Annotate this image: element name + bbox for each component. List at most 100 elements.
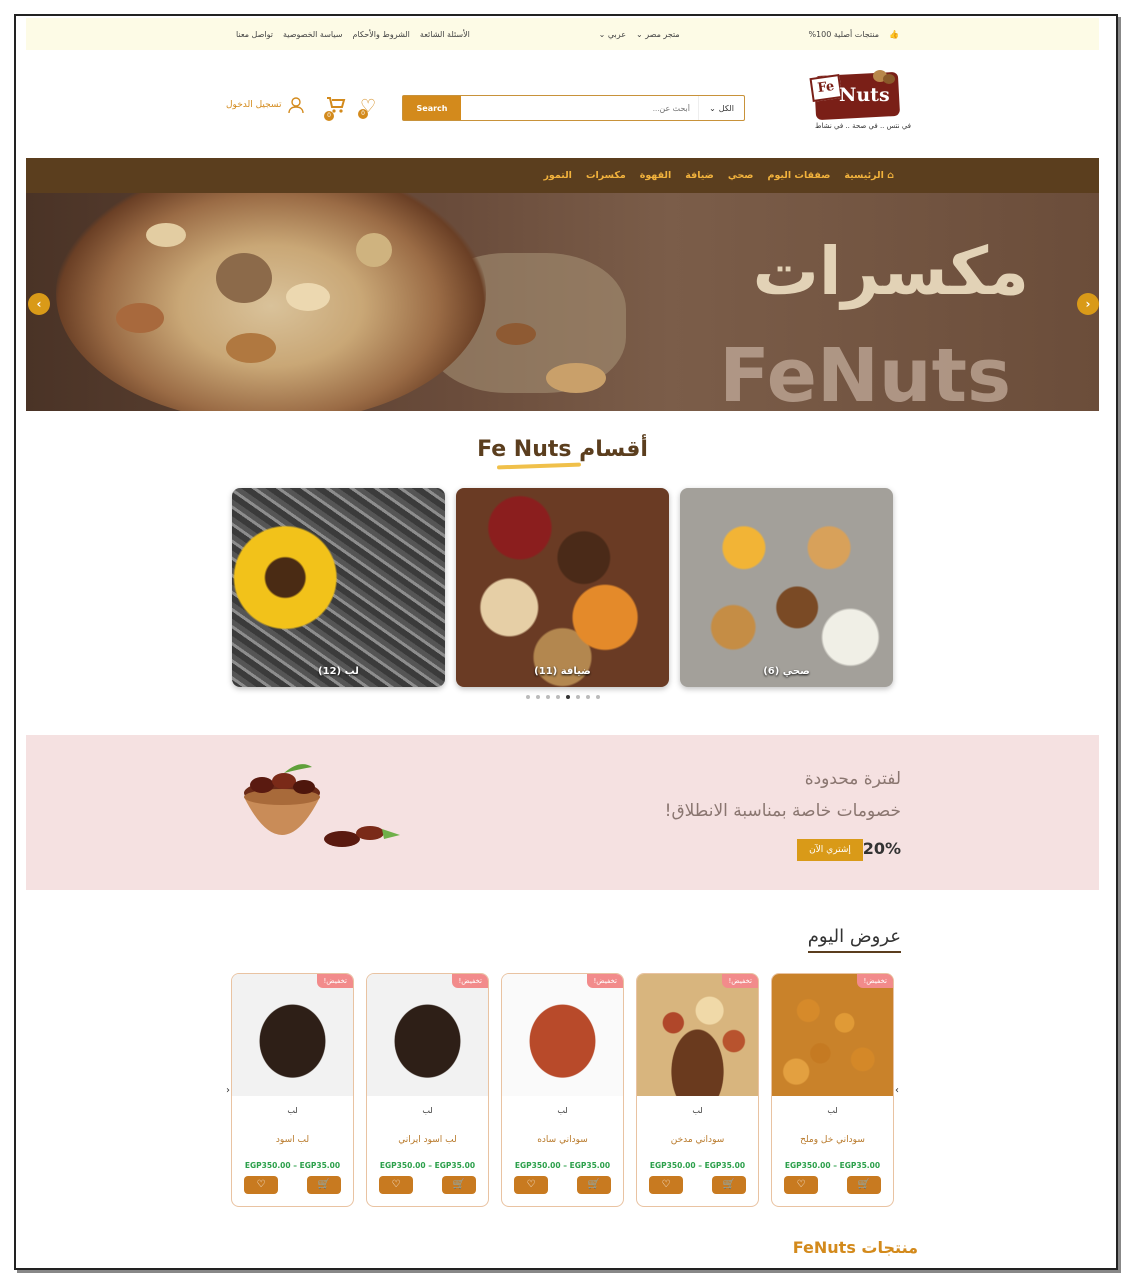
product-name[interactable]: لب اسود bbox=[232, 1135, 353, 1145]
add-to-wishlist-button[interactable]: ♡ bbox=[784, 1176, 818, 1194]
product-price: EGP350.00 – EGP35.00 bbox=[244, 1161, 341, 1170]
home-icon: ⌂ bbox=[887, 170, 894, 181]
nav-nuts[interactable]: مكسرات bbox=[586, 170, 626, 181]
banner-nut-bowl bbox=[56, 193, 486, 411]
site-logo[interactable]: Fe Nuts في نتس .. في صحة .. في نشاط bbox=[809, 70, 911, 136]
add-to-cart-button[interactable]: 🛒 bbox=[847, 1176, 881, 1194]
nav-deals[interactable]: صفقات اليوم bbox=[767, 170, 830, 181]
product-image: تخفيض! bbox=[367, 974, 488, 1096]
product-name[interactable]: سوداني مدخن bbox=[637, 1135, 758, 1145]
add-to-wishlist-button[interactable]: ♡ bbox=[514, 1176, 548, 1194]
cart-icon: 🛒 bbox=[857, 1179, 871, 1190]
carousel-dot[interactable] bbox=[555, 695, 560, 699]
product-name[interactable]: لب اسود ايراني bbox=[367, 1135, 488, 1145]
product-card[interactable]: تخفيض! لب سوداني مدخن EGP350.00 – EGP35.… bbox=[636, 973, 759, 1207]
offers-prev-icon[interactable]: › bbox=[895, 1085, 899, 1096]
product-image: تخفيض! bbox=[637, 974, 758, 1096]
nav-home[interactable]: ⌂ الرئيسية bbox=[844, 170, 894, 181]
cart-icon: 🛒 bbox=[587, 1179, 601, 1190]
product-actions: 🛒 ♡ bbox=[502, 1176, 623, 1194]
banner-nut bbox=[286, 283, 330, 311]
nav-coffee[interactable]: القهوة bbox=[640, 170, 672, 181]
contact-link[interactable]: تواصل معنا bbox=[236, 30, 273, 39]
heart-icon: ♡ bbox=[526, 1179, 536, 1190]
terms-link[interactable]: الشروط والأحكام bbox=[352, 30, 409, 39]
nav-hospitality[interactable]: ضيافة bbox=[685, 170, 714, 181]
sale-badge: تخفيض! bbox=[722, 974, 758, 988]
search-input[interactable] bbox=[461, 96, 698, 120]
main-nav: ⌂ الرئيسية صفقات اليوم صحي ضيافة القهوة … bbox=[26, 158, 1099, 193]
search-category-select[interactable]: الكل ⌄ bbox=[698, 96, 744, 120]
carousel-dot-active[interactable] bbox=[565, 695, 570, 699]
product-card[interactable]: تخفيض! لب سوداني ساده EGP350.00 – EGP35.… bbox=[501, 973, 624, 1207]
cart-icon: 🛒 bbox=[317, 1179, 331, 1190]
add-to-cart-button[interactable]: 🛒 bbox=[577, 1176, 611, 1194]
thumbs-up-icon: 👍 bbox=[889, 29, 899, 39]
promo-line2: خصومات خاصة بمناسبة الانطلاق! bbox=[664, 801, 901, 821]
product-actions: 🛒 ♡ bbox=[232, 1176, 353, 1194]
cart-icon: 🛒 bbox=[722, 1179, 736, 1190]
product-category: لب bbox=[557, 1106, 568, 1115]
store-select[interactable]: متجر مصر ⌄ bbox=[636, 30, 680, 39]
language-select[interactable]: عربي ⌄ bbox=[599, 30, 626, 39]
banner-nut bbox=[356, 233, 392, 267]
products-section-title: منتجات FeNuts bbox=[792, 1238, 918, 1257]
topbar-links: الأسئلة الشائعة الشروط والأحكام سياسة ال… bbox=[236, 30, 470, 39]
heart-icon: ♡ bbox=[661, 1179, 671, 1190]
carousel-dot[interactable] bbox=[545, 695, 550, 699]
logo-fe: Fe bbox=[809, 74, 843, 102]
promo-banner: لفترة محدودة خصومات خاصة بمناسبة الانطلا… bbox=[26, 735, 1099, 890]
offers-next-icon[interactable]: ‹ bbox=[226, 1085, 230, 1096]
banner-nut bbox=[116, 303, 164, 333]
banner-prev-button[interactable]: ‹ bbox=[28, 293, 50, 315]
product-price: EGP350.00 – EGP35.00 bbox=[784, 1161, 881, 1170]
search-button[interactable]: Search bbox=[403, 96, 461, 120]
add-to-cart-button[interactable]: 🛒 bbox=[712, 1176, 746, 1194]
carousel-dot[interactable] bbox=[585, 695, 590, 699]
product-actions: 🛒 ♡ bbox=[637, 1176, 758, 1194]
carousel-dot[interactable] bbox=[595, 695, 600, 699]
product-card[interactable]: تخفيض! لب سوداني خل وملح EGP350.00 – EGP… bbox=[771, 973, 894, 1207]
banner-nut bbox=[146, 223, 186, 247]
carousel-dot[interactable] bbox=[575, 695, 580, 699]
product-name[interactable]: سوداني ساده bbox=[502, 1135, 623, 1145]
category-card-healthy[interactable]: صحي (6) bbox=[680, 488, 893, 687]
login-link[interactable]: تسجيل الدخول bbox=[226, 96, 305, 114]
product-image: تخفيض! bbox=[502, 974, 623, 1096]
product-category: لب bbox=[422, 1106, 433, 1115]
product-card[interactable]: تخفيض! لب لب اسود ايراني EGP350.00 – EGP… bbox=[366, 973, 489, 1207]
product-actions: 🛒 ♡ bbox=[367, 1176, 488, 1194]
nav-dates[interactable]: التمور bbox=[543, 170, 572, 181]
categories-section: أقسام Fe Nuts صحي (6) ضيافة (11) لب (12) bbox=[26, 437, 1099, 699]
topbar-selectors: متجر مصر ⌄ عربي ⌄ bbox=[599, 30, 680, 39]
promo-buy-button[interactable]: إشتري الآن bbox=[797, 839, 863, 861]
cart-button[interactable]: 0 bbox=[324, 96, 346, 121]
wishlist-button[interactable]: ♡ 0 bbox=[358, 96, 376, 119]
carousel-dot[interactable] bbox=[525, 695, 530, 699]
carousel-dots bbox=[26, 695, 1099, 699]
add-to-wishlist-button[interactable]: ♡ bbox=[379, 1176, 413, 1194]
offers-title: عروض اليوم bbox=[26, 926, 1099, 953]
nav-healthy[interactable]: صحي bbox=[728, 170, 754, 181]
top-bar: 👍 منتجات أصلية 100% متجر مصر ⌄ عربي ⌄ ال… bbox=[26, 18, 1099, 50]
banner-next-button[interactable]: › bbox=[1077, 293, 1099, 315]
sale-badge: تخفيض! bbox=[317, 974, 353, 988]
category-card-hospitality[interactable]: ضيافة (11) bbox=[456, 488, 669, 687]
heart-icon: ♡ bbox=[796, 1179, 806, 1190]
user-icon bbox=[288, 97, 305, 114]
product-name[interactable]: سوداني خل وملح bbox=[772, 1135, 893, 1145]
category-card-seeds[interactable]: لب (12) bbox=[232, 488, 445, 687]
product-card[interactable]: تخفيض! لب لب اسود EGP350.00 – EGP35.00 🛒… bbox=[231, 973, 354, 1207]
add-to-cart-button[interactable]: 🛒 bbox=[307, 1176, 341, 1194]
add-to-wishlist-button[interactable]: ♡ bbox=[244, 1176, 278, 1194]
header: Fe Nuts في نتس .. في صحة .. في نشاط Sear… bbox=[26, 50, 1099, 158]
hero-banner: مكسرات FeNuts ‹ › bbox=[26, 193, 1099, 411]
product-price: EGP350.00 – EGP35.00 bbox=[379, 1161, 476, 1170]
banner-subtitle: FeNuts bbox=[719, 333, 1011, 411]
page-content: 👍 منتجات أصلية 100% متجر مصر ⌄ عربي ⌄ ال… bbox=[26, 18, 1099, 1207]
faq-link[interactable]: الأسئلة الشائعة bbox=[420, 30, 470, 39]
privacy-link[interactable]: سياسة الخصوصية bbox=[283, 30, 342, 39]
add-to-cart-button[interactable]: 🛒 bbox=[442, 1176, 476, 1194]
carousel-dot[interactable] bbox=[535, 695, 540, 699]
add-to-wishlist-button[interactable]: ♡ bbox=[649, 1176, 683, 1194]
